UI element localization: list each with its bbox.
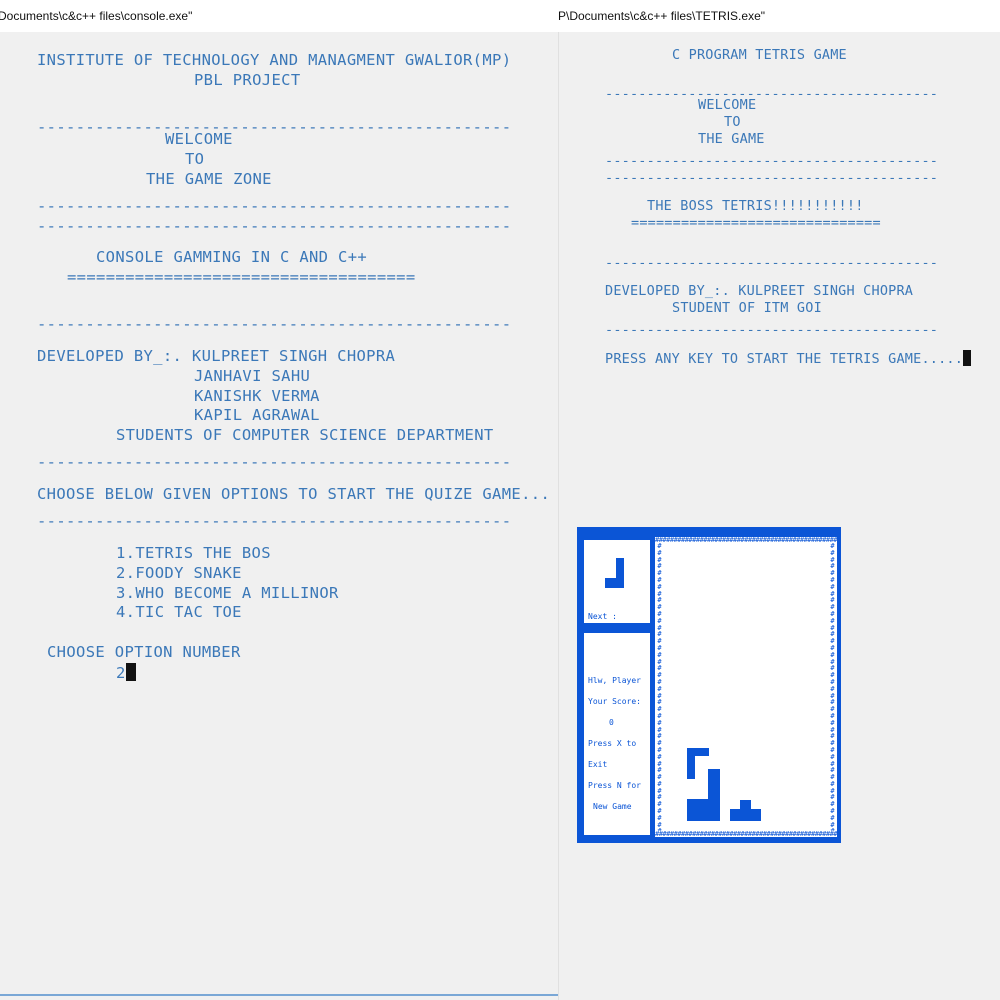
separator: ---------------------------------------- [605,153,939,169]
menu-option-2: 2.FOODY SNAKE [116,564,242,582]
developer-line: DEVELOPED BY_:. KULPREET SINGH CHOPRA [605,283,914,299]
separator: ----------------------------------------… [37,118,512,136]
separator: ----------------------------------------… [37,453,512,471]
board-left-border: ########################################… [657,543,662,831]
tetris-block [687,799,720,821]
separator: ---------------------------------------- [605,86,939,102]
input-value: 2 [116,664,126,682]
info-panel: Hlw, Player Your Score: 0 Press X to Exi… [584,633,650,835]
to-text: TO [185,150,205,168]
console-gaming-heading: CONSOLE GAMMING IN C AND C++ [96,248,368,266]
welcome-text: WELCOME [165,130,233,148]
developer-name: JANHAVI SAHU [194,367,311,385]
menu-option-1: 1.TETRIS THE BOS [116,544,271,562]
menu-option-4: 4.TIC TAC TOE [116,603,242,621]
window-edge [0,994,558,996]
tetris-block [687,748,695,779]
separator: ----------------------------------------… [37,512,512,530]
new-game-hint: New Game [593,802,632,811]
right-console-window[interactable]: C PROGRAM TETRIS GAME ------------------… [558,32,1000,1000]
board-right-border: ########################################… [830,543,835,831]
score-value: 0 [609,718,614,727]
boss-tetris-heading: THE BOSS TETRIS!!!!!!!!!!! [647,198,864,214]
project-heading: PBL PROJECT [194,71,301,89]
next-label: Next : [588,612,617,621]
developer-name: KAPIL AGRAWAL [194,406,320,424]
greeting-text: Hlw, Player [588,676,641,685]
heading-underline: ==================================== [67,268,416,286]
left-window-title: Documents\c&c++ files\console.exe" [0,9,193,23]
game-zone-text: THE GAME ZONE [146,170,272,188]
separator: ----------------------------------------… [37,315,512,333]
board-top-border: ########################################… [655,537,837,543]
right-window-titlebar[interactable]: P\Documents\c&c++ files\TETRIS.exe" [558,0,1000,32]
to-text: TO [724,114,741,130]
left-window-titlebar[interactable]: Documents\c&c++ files\console.exe" [0,0,558,32]
tetris-block [730,809,761,821]
tetris-preview-image: Next : Hlw, Player Your Score: 0 Press X… [577,527,841,843]
developer-line: DEVELOPED BY_:. KULPREET SINGH CHOPRA [37,347,396,365]
separator: ---------------------------------------- [605,170,939,186]
student-line: STUDENT OF ITM GOI [672,300,822,316]
new-game-hint: Press N for [588,781,641,790]
tetris-program-heading: C PROGRAM TETRIS GAME [672,47,847,63]
separator: ----------------------------------------… [37,197,512,215]
separator: ---------------------------------------- [605,322,939,338]
exit-hint: Exit [588,760,608,769]
right-window-title: P\Documents\c&c++ files\TETRIS.exe" [558,9,765,23]
heading-underline: ============================== [631,215,881,231]
left-console-window[interactable]: INSTITUTE OF TECHNOLOGY AND MANAGMENT GW… [0,32,558,1000]
score-label: Your Score: [588,697,641,706]
separator: ----------------------------------------… [37,217,512,235]
next-piece-panel: Next : [584,540,650,623]
game-board: ########################################… [655,537,837,837]
welcome-text: WELCOME [698,97,757,113]
choose-option-label: CHOOSE OPTION NUMBER [47,643,241,661]
choose-options-prompt: CHOOSE BELOW GIVEN OPTIONS TO START THE … [37,485,551,503]
the-game-text: THE GAME [698,131,765,147]
next-piece-block [605,578,624,588]
text-cursor [125,663,136,681]
press-key-text: PRESS ANY KEY TO START THE TETRIS GAME..… [605,351,964,367]
institute-heading: INSTITUTE OF TECHNOLOGY AND MANAGMENT GW… [37,51,512,69]
text-cursor [963,350,972,366]
department-text: STUDENTS OF COMPUTER SCIENCE DEPARTMENT [116,426,494,444]
separator: ---------------------------------------- [605,255,939,271]
exit-hint: Press X to [588,739,637,748]
menu-option-3: 3.WHO BECOME A MILLINOR [116,584,339,602]
option-input[interactable]: 2 [116,663,136,682]
board-bottom-border: ########################################… [655,831,837,837]
developer-name: KANISHK VERMA [194,387,320,405]
press-key-prompt: PRESS ANY KEY TO START THE TETRIS GAME..… [605,350,972,367]
